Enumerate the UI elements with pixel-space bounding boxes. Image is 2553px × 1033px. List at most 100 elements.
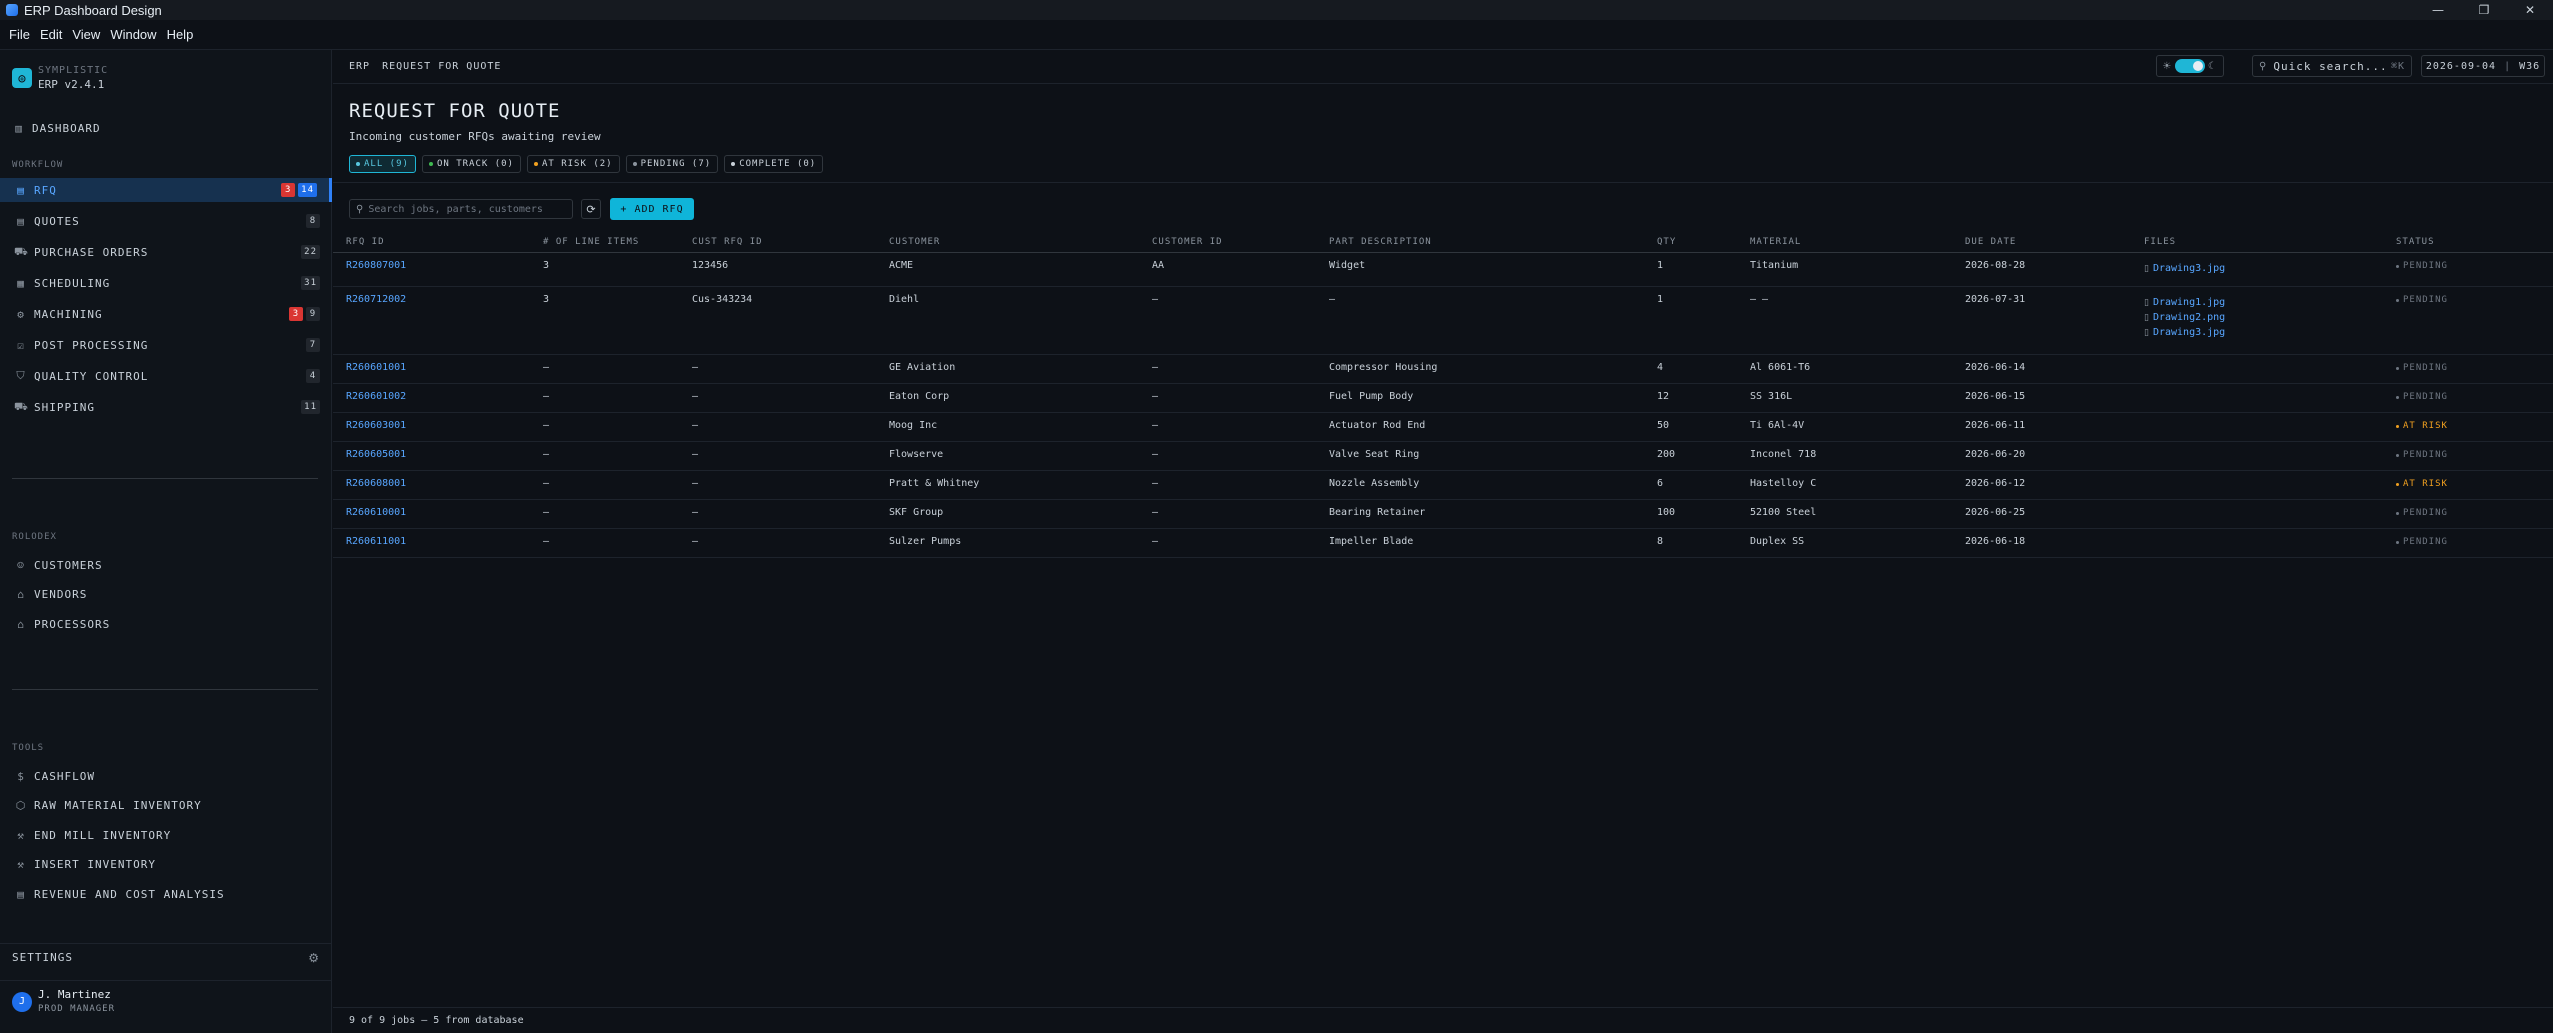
sidebar-item-purchase-orders[interactable]: ⛟ PURCHASE ORDERS 22 (0, 240, 332, 264)
rfq-id-link[interactable]: R260611001 (346, 536, 406, 547)
count-badge: 11 (301, 400, 320, 414)
table-row[interactable]: R260807001 3 123456 ACME AA Widget 1 Titanium 20… (333, 253, 2553, 287)
rfq-id-link[interactable]: R260601002 (346, 391, 406, 402)
status-badge: PENDING (2396, 295, 2448, 305)
sidebar-item-quotes[interactable]: ▤ QUOTES 8 (0, 209, 332, 233)
status-dot-icon (632, 162, 637, 166)
sidebar-item-post-processing[interactable]: ☑ POST PROCESSING 7 (0, 333, 332, 357)
user-name: J. Martinez (38, 987, 111, 1001)
column-header-qty[interactable]: QTY (1657, 237, 1676, 247)
rfq-id-link[interactable]: R260608001 (346, 478, 406, 489)
sidebar-item-settings[interactable]: SETTINGS ⚙ (0, 943, 332, 971)
table-row[interactable]: R260603001 — — Moog Inc — Actuator Rod End 50 T… (333, 413, 2553, 442)
logo-icon: ◎ (12, 68, 32, 88)
search-input[interactable] (368, 203, 559, 215)
file-link[interactable]: ▯ Drawing1.jpg (2144, 297, 2225, 308)
sidebar-item-scheduling[interactable]: ▦ SCHEDULING 31 (0, 271, 332, 295)
users-icon: ☺ (17, 558, 25, 572)
truck-icon: ⛟ (14, 399, 29, 413)
add-rfq-button[interactable]: + ADD RFQ (610, 198, 694, 220)
column-header-rfq-id[interactable]: RFQ ID (346, 237, 385, 247)
filter-on-track[interactable]: ON TRACK (0) (421, 155, 521, 173)
column-header-customer[interactable]: CUSTOMER (889, 237, 940, 247)
sidebar-item-label: RFQ (34, 183, 57, 197)
sidebar-item-insert-inventory[interactable]: ⚒ INSERT INVENTORY (0, 853, 332, 877)
file-link[interactable]: ▯ Drawing2.png (2144, 312, 2225, 323)
status-dot-icon (2396, 264, 2399, 268)
table-row[interactable]: R260611001 — — Sulzer Pumps — Impeller Blade 8… (333, 529, 2553, 558)
sidebar-item-raw-material-inventory[interactable]: ⬡ RAW MATERIAL INVENTORY (0, 794, 332, 818)
cell-lines: — (543, 391, 550, 402)
filter-pending[interactable]: PENDING (7) (625, 155, 719, 173)
theme-toggle[interactable]: ☀ ☾ (2156, 55, 2224, 77)
maximize-button[interactable]: ❐ (2461, 0, 2507, 20)
table-row[interactable]: R260601001 — — GE Aviation — Compressor Housi… (333, 355, 2553, 384)
rfq-id-link[interactable]: R260807001 (346, 260, 406, 271)
filter-complete[interactable]: COMPLETE (0) (724, 155, 824, 173)
menu-help[interactable]: Help (162, 27, 199, 42)
sidebar-item-revenue-and-cost-analysis[interactable]: ▤ REVENUE AND COST ANALYSIS (0, 882, 332, 906)
table-row[interactable]: R260608001 — — Pratt & Whitney — Nozzle Assem… (333, 471, 2553, 500)
rfq-id-link[interactable]: R260605001 (346, 449, 406, 460)
menu-edit[interactable]: Edit (35, 27, 67, 42)
filter-all[interactable]: ALL (9) (349, 155, 416, 173)
menu-file[interactable]: File (4, 27, 35, 42)
file-link[interactable]: ▯ Drawing3.jpg (2144, 327, 2225, 338)
status-badge: AT RISK (2396, 479, 2448, 489)
status-dot-icon (356, 162, 360, 166)
menu-window[interactable]: Window (105, 27, 161, 42)
rfq-id-link[interactable]: R260712002 (346, 294, 406, 305)
column-header-due-date[interactable]: DUE DATE (1965, 237, 2016, 247)
close-button[interactable]: ✕ (2507, 0, 2553, 20)
count-badges: 31 (301, 276, 320, 290)
table-row[interactable]: R260601002 — — Eaton Corp — Fuel Pump Body 12 S… (333, 384, 2553, 413)
user-profile[interactable]: J J. Martinez PROD MANAGER (0, 980, 332, 1022)
column-header-customer-id[interactable]: CUSTOMER ID (1152, 237, 1223, 247)
table-row[interactable]: R260610001 — — SKF Group — Bearing Retainer 10… (333, 500, 2553, 529)
sidebar-item-processors[interactable]: ⌂ PROCESSORS (0, 612, 332, 636)
rfq-id-link[interactable]: R260601001 (346, 362, 406, 373)
cell-due: 2026-06-25 (1965, 507, 2026, 518)
table-row[interactable]: R260712002 3 Cus-343234 Diehl — — 1 — — 2026-07-… (333, 287, 2553, 355)
sidebar-item-machining[interactable]: ⚙ MACHINING 3 9 (0, 302, 332, 326)
column-header-of-line-items[interactable]: # OF LINE ITEMS (543, 237, 639, 247)
sidebar-item-cashflow[interactable]: $ CASHFLOW (0, 764, 332, 788)
breadcrumb-root[interactable]: ERP (349, 61, 370, 72)
sidebar-item-rfq[interactable]: ▤ RFQ 3 14 (0, 178, 332, 202)
rfq-id-link[interactable]: R260603001 (346, 420, 406, 431)
column-header-cust-rfq-id[interactable]: CUST RFQ ID (692, 237, 763, 247)
file-link[interactable]: ▯ Drawing3.jpg (2144, 263, 2225, 274)
sun-icon: ☀ (2162, 60, 2173, 72)
rfq-id-link[interactable]: R260610001 (346, 507, 406, 518)
cell-cust-id: — (1152, 449, 1159, 460)
filter-label: ALL (9) (364, 159, 409, 169)
table-footer: 9 of 9 jobs — 5 from database (333, 1007, 2553, 1033)
sidebar-item-vendors[interactable]: ⌂ VENDORS (0, 583, 332, 607)
theme-switch[interactable] (2175, 59, 2205, 73)
sidebar-item-quality-control[interactable]: ⛉ QUALITY CONTROL 4 (0, 364, 332, 388)
files-cell: ▯ Drawing1.jpg ▯ Drawing2.png ▯ Drawing3.jpg (2144, 297, 2225, 338)
cell-part: Widget (1329, 260, 1366, 271)
refresh-button[interactable]: ⟳ (581, 199, 601, 219)
menu-view[interactable]: View (67, 27, 105, 42)
sidebar-item-label: SHIPPING (34, 400, 95, 414)
gear-icon[interactable]: ⚙ (308, 951, 320, 965)
quick-search[interactable]: ⚲ Quick search... ⌘K (2252, 55, 2412, 77)
cell-cust-rfq: — (692, 449, 699, 460)
column-header-material[interactable]: MATERIAL (1750, 237, 1801, 247)
table-row[interactable]: R260605001 — — Flowserve — Valve Seat Ring 200… (333, 442, 2553, 471)
column-header-status[interactable]: STATUS (2396, 237, 2435, 247)
column-header-files[interactable]: FILES (2144, 237, 2176, 247)
sidebar-item-end-mill-inventory[interactable]: ⚒ END MILL INVENTORY (0, 823, 332, 847)
search-box[interactable]: ⚲ (349, 199, 573, 219)
sidebar-item-customers[interactable]: ☺ CUSTOMERS (0, 553, 332, 577)
cell-lines: 3 (543, 294, 550, 305)
sidebar-item-dashboard[interactable]: ▥ DASHBOARD (12, 122, 101, 135)
count-badges: 11 (301, 400, 320, 414)
minimize-button[interactable]: — (2415, 0, 2461, 20)
sidebar-item-shipping[interactable]: ⛟ SHIPPING 11 (0, 395, 332, 419)
brand[interactable]: ◎ SYMPLISTIC ERP v2.4.1 (12, 64, 108, 92)
settings-label: SETTINGS (12, 951, 73, 964)
filter-at-risk[interactable]: AT RISK (2) (526, 155, 620, 173)
column-header-part-description[interactable]: PART DESCRIPTION (1329, 237, 1432, 247)
